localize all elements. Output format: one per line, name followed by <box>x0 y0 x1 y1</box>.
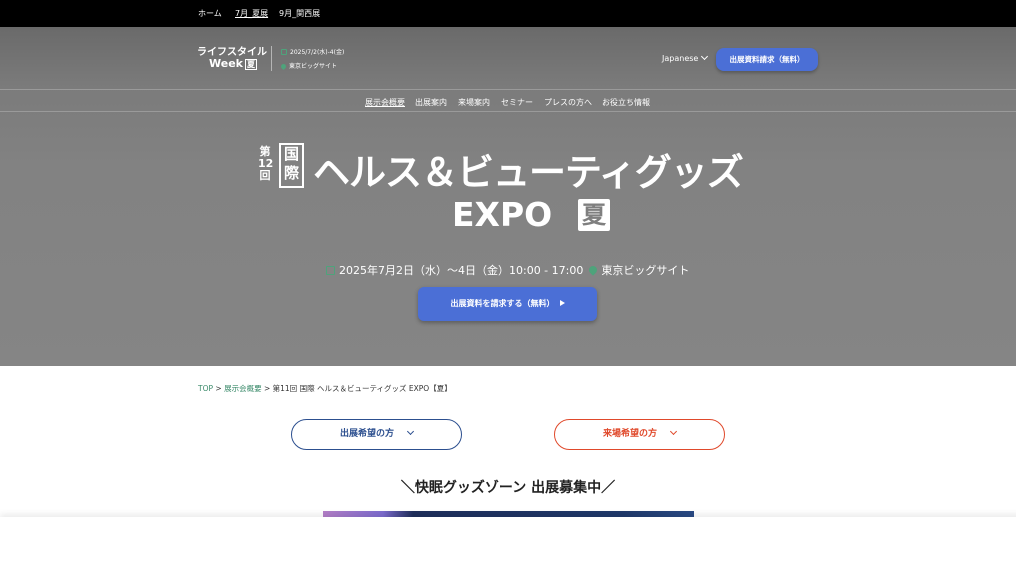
logo-line2: Week 夏 <box>197 58 267 70</box>
top-bar: ホーム 7月_夏展 9月_関西展 <box>0 0 1016 27</box>
expo-title-line2: EXPO <box>452 195 553 234</box>
scrollbar-gutter <box>1016 0 1024 576</box>
hero-date-text: 2025年7月2日（水）〜4日（金）10:00 - 17:00 <box>339 264 584 277</box>
logo-badge: 夏 <box>244 59 257 70</box>
calendar-icon <box>281 49 287 55</box>
subnav-item-seminar[interactable]: セミナー <box>501 97 533 108</box>
hero-venue-text: 東京ビッグサイト <box>601 264 690 277</box>
play-arrow-icon <box>559 300 565 306</box>
header-dates-text: 2025/7/2(水)-4(金) <box>290 49 345 56</box>
location-pin-icon <box>587 264 600 276</box>
breadcrumb-current: 第11回 国際 ヘルス＆ビューティグッズ EXPO【夏】 <box>272 384 452 393</box>
site-logo[interactable]: ライフスタイル Week 夏 <box>197 47 267 70</box>
subnav-item-visit-info[interactable]: 来場案内 <box>458 97 490 108</box>
chevron-down-icon <box>406 427 415 436</box>
page: ホーム 7月_夏展 9月_関西展 ライフスタイル Week 夏 2025/7/2(… <box>0 0 1024 576</box>
edition-number: 第 12 回 <box>258 146 273 182</box>
visitor-button[interactable]: 来場希望の方 <box>554 419 725 450</box>
language-selector[interactable]: Japanese <box>662 52 709 63</box>
header-dates: 2025/7/2(水)-4(金) <box>281 47 344 56</box>
exhibitor-label: 出展希望の方 <box>339 429 394 439</box>
visitor-label: 来場希望の方 <box>602 429 657 439</box>
calendar-icon <box>326 266 335 275</box>
subnav-item-overview[interactable]: 展示会概要 <box>365 97 405 108</box>
kokusai-badge: 国際 <box>279 143 304 188</box>
subnav-item-press[interactable]: プレスの方へ <box>544 97 592 108</box>
breadcrumb: TOP > 展示会概要 > 第11回 国際 ヘルス＆ビューティグッズ EXPO【… <box>198 383 452 394</box>
topbar-kansai-link[interactable]: 9月_関西展 <box>279 8 320 19</box>
subnav-item-exhibit-info[interactable]: 出展案内 <box>415 97 447 108</box>
chevron-down-icon <box>701 52 709 61</box>
request-materials-cta[interactable]: 出展資料を請求する（無料） <box>418 287 597 321</box>
topbar-summer-link[interactable]: 7月_夏展 <box>235 8 268 19</box>
hero-date-venue: 2025年7月2日（水）〜4日（金）10:00 - 17:00 東京ビッグサイト <box>326 262 689 278</box>
language-label: Japanese <box>662 54 699 63</box>
breadcrumb-sep: > <box>213 384 225 393</box>
breadcrumb-overview[interactable]: 展示会概要 <box>224 384 262 393</box>
hero-section: ライフスタイル Week 夏 2025/7/2(水)-4(金) 東京ビッグサイト … <box>0 27 1016 366</box>
subnav-divider <box>0 111 1016 112</box>
request-materials-button[interactable]: 出展資料請求（無料） <box>716 48 818 71</box>
sleep-goods-zone-heading: ＼快眠グッズゾーン 出展募集中／ <box>400 480 616 496</box>
location-pin-icon <box>279 62 288 71</box>
edition-kai: 回 <box>259 169 271 182</box>
logo-week: Week <box>209 57 243 70</box>
header-divider <box>0 89 1016 90</box>
bottom-overlay <box>0 517 1024 576</box>
header-venue-text: 東京ビッグサイト <box>289 63 338 70</box>
subnav-item-useful-info[interactable]: お役立ち情報 <box>602 97 650 108</box>
breadcrumb-sep: > <box>261 384 273 393</box>
header-venue: 東京ビッグサイト <box>279 61 338 71</box>
breadcrumb-top[interactable]: TOP <box>198 384 213 393</box>
expo-title-line1: ヘルス＆ビューティグッズ <box>313 151 744 194</box>
exhibitor-button[interactable]: 出展希望の方 <box>291 419 462 450</box>
topbar-home-link[interactable]: ホーム <box>198 8 222 19</box>
logo-separator <box>271 46 272 71</box>
cta-label: 出展資料を請求する（無料） <box>450 299 555 308</box>
chevron-down-icon <box>669 427 678 436</box>
summer-badge: 夏 <box>578 199 610 231</box>
